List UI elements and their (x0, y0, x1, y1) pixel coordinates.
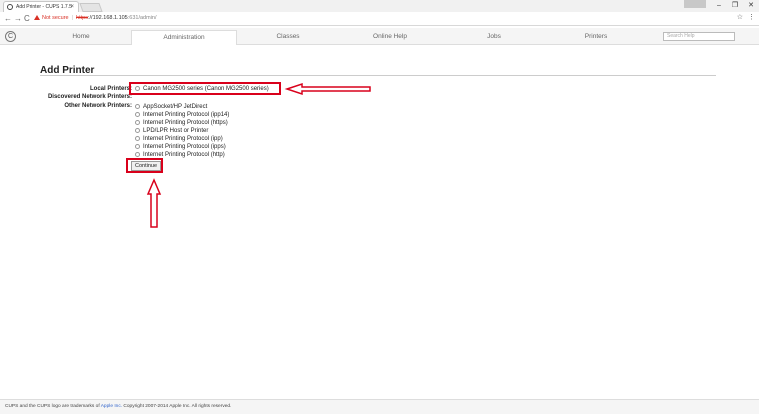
footer-text-end: Copyright 2007-2014 Apple Inc. All right… (122, 404, 232, 409)
apple-link[interactable]: Apple Inc. (101, 404, 122, 409)
arrow-left-icon (284, 82, 371, 96)
footer-text-start: CUPS and the CUPS logo are trademarks of (5, 404, 101, 409)
annotation-arrows (146, 82, 371, 228)
page-footer: CUPS and the CUPS logo are trademarks of… (0, 399, 759, 414)
arrow-up-icon (146, 178, 162, 228)
